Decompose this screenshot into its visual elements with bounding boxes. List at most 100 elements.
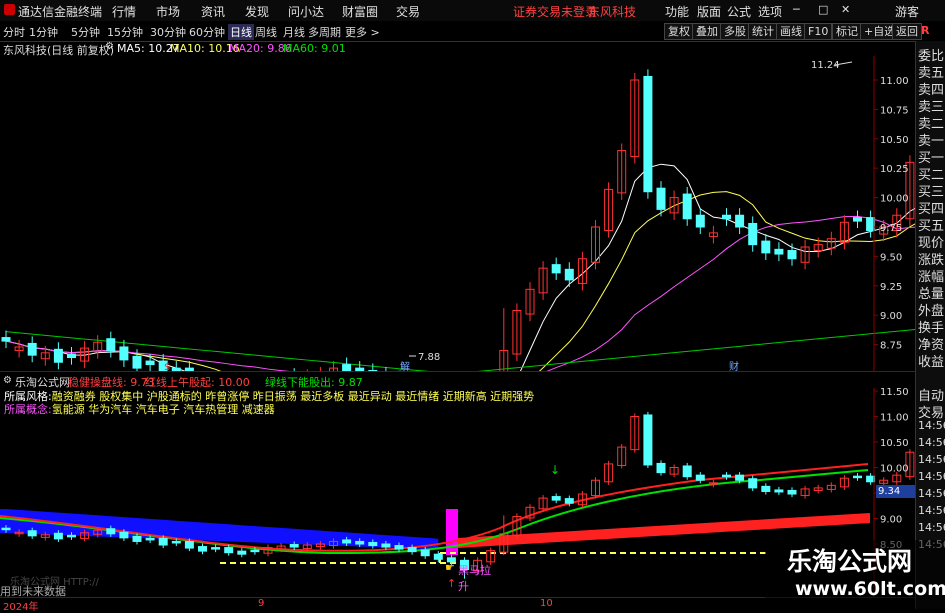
candle-body[interactable] xyxy=(171,540,181,544)
candle-body[interactable] xyxy=(774,489,784,493)
menu-item-faxian[interactable]: 发现 xyxy=(245,3,269,20)
candle-body[interactable] xyxy=(158,537,168,546)
candle-body[interactable] xyxy=(761,240,771,254)
menu-item-gongshi[interactable]: 公式 xyxy=(727,3,751,20)
diejia-button[interactable]: 叠加 xyxy=(692,23,722,40)
candle-body[interactable] xyxy=(722,214,731,220)
candle-body[interactable] xyxy=(761,485,771,492)
candle-body[interactable] xyxy=(866,475,876,483)
breakout-bar[interactable] xyxy=(446,509,458,555)
gear-icon[interactable]: ⚙ xyxy=(105,41,114,52)
candle-body[interactable] xyxy=(53,348,63,363)
candle-body[interactable] xyxy=(695,474,705,481)
tab-5min[interactable]: 5分钟 xyxy=(71,24,100,40)
tab-rixian[interactable]: 日线 xyxy=(228,24,254,40)
panel-divider[interactable] xyxy=(0,371,915,372)
candle-body[interactable] xyxy=(433,553,443,560)
candle-body[interactable] xyxy=(106,338,116,351)
candle-body[interactable] xyxy=(381,543,391,548)
maximize-icon[interactable]: □ xyxy=(818,3,828,16)
sub-gear-icon[interactable]: ⚙ xyxy=(3,375,12,386)
candle-body[interactable] xyxy=(682,465,692,478)
tab-duozhouqi[interactable]: 多周期 xyxy=(308,24,341,40)
candle-body[interactable] xyxy=(420,549,430,557)
candle-body[interactable] xyxy=(735,474,745,481)
candle-body[interactable] xyxy=(774,248,784,255)
candle-body[interactable] xyxy=(643,414,653,466)
candle-body[interactable] xyxy=(132,355,142,369)
tab-60min[interactable]: 60分钟 xyxy=(189,24,225,40)
candle-body[interactable] xyxy=(551,496,561,501)
candle-body[interactable] xyxy=(132,535,142,542)
tab-more[interactable]: 更多 > xyxy=(345,24,380,40)
menu-item-shichang[interactable]: 市场 xyxy=(156,3,180,20)
sidebar-sub-item-6[interactable]: 14:56 xyxy=(918,487,945,500)
main-kline-chart[interactable]: 11.00 10.75 10.50 10.25 10.00 9.75 9.50 9.25 9.0… xyxy=(0,56,915,372)
candle-body[interactable] xyxy=(656,187,666,210)
biaoji-button[interactable]: 标记 xyxy=(832,23,862,40)
huaxian-button[interactable]: 画线 xyxy=(776,23,806,40)
tongji-button[interactable]: 统计 xyxy=(748,23,778,40)
menu-item-caifuquan[interactable]: 财富圈 xyxy=(342,3,378,20)
candle-body[interactable] xyxy=(564,268,574,281)
signal-badge[interactable]: ☛ 黑马拉升 xyxy=(445,561,499,593)
candle-body[interactable] xyxy=(224,547,234,554)
candle-body[interactable] xyxy=(355,540,365,545)
menu-item-zixun[interactable]: 资讯 xyxy=(201,3,225,20)
candle-body[interactable] xyxy=(722,474,731,478)
tab-yuexian[interactable]: 月线 xyxy=(283,24,305,40)
candle-body[interactable] xyxy=(250,549,260,553)
sidebar-sub-item-3[interactable]: 14:56 xyxy=(918,436,945,449)
candle-body[interactable] xyxy=(119,346,129,361)
candle-body[interactable] xyxy=(551,264,561,274)
candle-body[interactable] xyxy=(748,478,758,489)
candle-body[interactable] xyxy=(407,547,417,553)
duogu-button[interactable]: 多股 xyxy=(720,23,750,40)
candle-body[interactable] xyxy=(237,550,247,555)
candle-body[interactable] xyxy=(643,75,653,193)
candle-body[interactable] xyxy=(342,539,352,544)
sidebar-sub-item-8[interactable]: 14:56 xyxy=(918,521,945,534)
candle-body[interactable] xyxy=(368,541,378,547)
candle-body[interactable] xyxy=(211,547,221,550)
minimize-icon[interactable]: ─ xyxy=(793,3,800,16)
candle-body[interactable] xyxy=(145,360,155,366)
candle-body[interactable] xyxy=(853,475,862,479)
tab-zhouxian[interactable]: 周线 xyxy=(255,24,277,40)
candle-body[interactable] xyxy=(866,217,876,232)
tab-fenshi[interactable]: 分时 xyxy=(3,24,25,40)
sidebar-sub-item-2[interactable]: 14:56 xyxy=(918,419,945,432)
candle-body[interactable] xyxy=(748,222,758,246)
back-button[interactable]: 返回 xyxy=(892,23,922,40)
candle-body[interactable] xyxy=(695,214,705,228)
candle-body[interactable] xyxy=(787,489,797,495)
candle-body[interactable] xyxy=(853,217,862,222)
menu-item-wenxiaoda[interactable]: 问小达 xyxy=(288,3,324,20)
candle-body[interactable] xyxy=(394,545,404,550)
candle-body[interactable] xyxy=(656,462,666,474)
sidebar-sub-item-5[interactable]: 14:56 xyxy=(918,470,945,483)
candle-body[interactable] xyxy=(787,250,797,260)
candle-body[interactable] xyxy=(289,544,299,548)
candle-body[interactable] xyxy=(53,532,63,540)
menu-item-jiaoyi[interactable]: 交易 xyxy=(396,3,420,20)
tab-15min[interactable]: 15分钟 xyxy=(107,24,143,40)
menu-item-banmian[interactable]: 版面 xyxy=(697,3,721,20)
sidebar-sub-item-4[interactable]: 14:56 xyxy=(918,453,945,466)
candle-body[interactable] xyxy=(184,540,194,549)
menu-item-xuanxiang[interactable]: 选项 xyxy=(758,3,782,20)
menu-item-hangqing[interactable]: 行情 xyxy=(112,3,136,20)
candle-body[interactable] xyxy=(27,530,37,537)
tab-1min[interactable]: 1分钟 xyxy=(29,24,58,40)
candle-body[interactable] xyxy=(1,527,11,531)
candle-body[interactable] xyxy=(735,214,745,228)
fuquan-button[interactable]: 复权 xyxy=(664,23,694,40)
close-icon[interactable]: ✕ xyxy=(841,3,850,16)
candle-body[interactable] xyxy=(145,537,155,541)
user-label[interactable]: 游客 xyxy=(895,3,919,20)
sidebar-sub-item-7[interactable]: 14:56 xyxy=(918,504,945,517)
candle-body[interactable] xyxy=(1,337,11,342)
sidebar-item-18[interactable]: 收益 xyxy=(918,351,944,370)
candle-body[interactable] xyxy=(27,342,37,356)
candle-body[interactable] xyxy=(564,498,574,504)
